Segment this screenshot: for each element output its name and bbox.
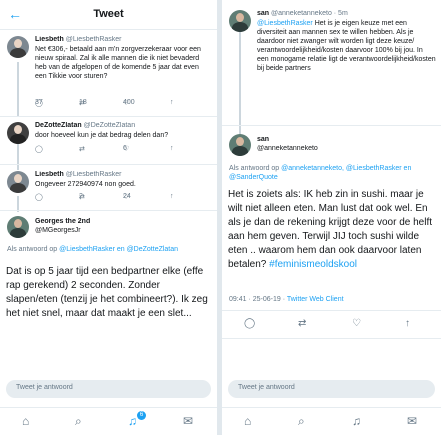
tweet-text: Het is zoiets als: IK heb zin in sushi. …: [228, 188, 435, 272]
author-name[interactable]: Liesbeth: [35, 171, 64, 178]
author-name[interactable]: DeZotteZlatan: [35, 122, 82, 129]
tweet-body: Het is je eigen keuze met een diversitei…: [257, 20, 436, 72]
bottom-tab-bar: ⌂ ⌕ ♫ ✉: [222, 407, 441, 435]
tweet-actions: ◯ ⇄ 2 ♡ 24 ↑: [35, 193, 207, 203]
author-name[interactable]: san: [257, 10, 269, 17]
reply-icon[interactable]: ◯: [244, 318, 255, 329]
reply-input[interactable]: Tweet je antwoord: [6, 380, 211, 398]
avatar[interactable]: [7, 36, 29, 58]
divider: [222, 125, 441, 126]
author-handle: @anneketanneketo · 5m: [271, 10, 348, 17]
tweet-header: san @anneketanneketo · 5m: [257, 10, 437, 17]
heart-icon[interactable]: ♡: [352, 318, 361, 329]
divider: [222, 310, 441, 311]
mention[interactable]: @LiesbethRasker: [257, 20, 313, 27]
tweet-text: Ongeveer 272940974 non goed.: [35, 181, 136, 188]
notification-badge: 6: [137, 411, 146, 420]
thread-line: [239, 30, 241, 150]
top-bar: ← Tweet: [0, 0, 217, 30]
share-icon[interactable]: ↑: [170, 193, 174, 200]
thread-line: [17, 144, 19, 170]
right-screenshot: san @anneketanneketo · 5m @LiesbethRaske…: [222, 0, 441, 435]
reply-icon: ◯: [35, 193, 43, 201]
left-screenshot: ← Tweet Liesbeth @LiesbethRasker Net €30…: [0, 0, 217, 435]
page-title: Tweet: [93, 8, 124, 20]
reply-context: Als antwoord op @LiesbethRasker en @DeZo…: [7, 245, 212, 254]
author-handle: @anneketanneketo: [257, 145, 318, 152]
reply-count: 37: [35, 99, 43, 106]
reply-prefix: Als antwoord op: [7, 246, 58, 253]
author-handle: @DeZotteZlatan: [83, 122, 136, 129]
timestamp: 09:41 · 25-06-19 ·: [229, 296, 286, 303]
home-icon[interactable]: ⌂: [244, 414, 251, 428]
divider: [0, 210, 217, 211]
search-icon[interactable]: ⌕: [298, 414, 305, 429]
hashtag[interactable]: #feminismeoldskool: [269, 259, 357, 270]
tweet-actions: ◯ ⇄ ♡ 6 ↑: [35, 145, 207, 155]
retweet-count: 18: [79, 99, 87, 106]
divider: [222, 338, 441, 339]
tweet-body: Het is zoiets als: IK heb zin in sushi. …: [228, 189, 433, 270]
avatar[interactable]: [7, 216, 29, 238]
reply-input[interactable]: Tweet je antwoord: [228, 380, 435, 398]
like-count: 24: [123, 193, 131, 200]
share-icon[interactable]: ↑: [405, 318, 410, 329]
tweet-text: door hoeveel kun je dat bedrag delen dan…: [35, 132, 169, 139]
tweet-header: Georges the 2nd: [35, 218, 213, 225]
tweet-header: Liesbeth @LiesbethRasker: [35, 171, 213, 178]
tweet-text: Net €306,- betaald aan m'n zorgverzekera…: [35, 46, 201, 80]
author-handle: @LiesbethRasker: [65, 171, 122, 178]
reply-mentions[interactable]: @LiesbethRasker en @DeZotteZlatan: [59, 246, 178, 253]
home-icon[interactable]: ⌂: [22, 414, 29, 428]
divider: [0, 164, 217, 165]
tweet-text: Dat is op 5 jaar tijd een bedpartner elk…: [6, 266, 208, 319]
avatar[interactable]: [229, 134, 251, 156]
search-icon[interactable]: ⌕: [75, 414, 82, 429]
tweet-header: DeZotteZlatan @DeZotteZlatan: [35, 122, 213, 129]
avatar[interactable]: [7, 122, 29, 144]
like-count: 400: [123, 99, 135, 106]
notifications-icon[interactable]: ♫: [128, 414, 137, 428]
tweet-header: Liesbeth @LiesbethRasker: [35, 36, 213, 43]
author-name[interactable]: san: [257, 136, 269, 143]
source-link[interactable]: Twitter Web Client: [287, 296, 344, 303]
notifications-icon[interactable]: ♫: [352, 414, 361, 428]
retweet-icon[interactable]: ⇄: [298, 318, 306, 329]
share-icon[interactable]: ↑: [170, 99, 174, 106]
tweet-header: san: [257, 136, 437, 143]
bottom-tab-bar: ⌂ ⌕ ♫ 6 ✉: [0, 407, 217, 435]
tweet-text: @LiesbethRasker Het is je eigen keuze me…: [257, 19, 436, 73]
divider: [0, 116, 217, 117]
retweet-count: 2: [79, 193, 83, 200]
author-handle: @LiesbethRasker: [65, 36, 122, 43]
reply-prefix: Als antwoord op: [229, 165, 280, 172]
avatar[interactable]: [7, 171, 29, 193]
tweet-meta: 09:41 · 25-06-19 · Twitter Web Client: [229, 296, 344, 303]
tweet-actions: ◯ ⇄ ♡ ↑: [222, 318, 441, 332]
retweet-icon: ⇄: [79, 145, 85, 153]
like-count: 6: [123, 145, 127, 152]
messages-icon[interactable]: ✉: [407, 414, 417, 428]
author-handle: @MGeorgesJr: [35, 227, 81, 234]
reply-context: Als antwoord op @anneketanneketo, @Liesb…: [229, 164, 436, 182]
share-icon[interactable]: ↑: [170, 145, 174, 152]
messages-icon[interactable]: ✉: [183, 414, 193, 428]
author-name[interactable]: Liesbeth: [35, 36, 64, 43]
avatar[interactable]: [229, 10, 251, 32]
author-name[interactable]: Georges the 2nd: [35, 218, 90, 225]
reply-icon: ◯: [35, 145, 43, 153]
tweet-actions: ◯ 37 ⇄ 18 ♡ 400 ↑: [35, 99, 207, 109]
thread-line: [17, 62, 19, 117]
